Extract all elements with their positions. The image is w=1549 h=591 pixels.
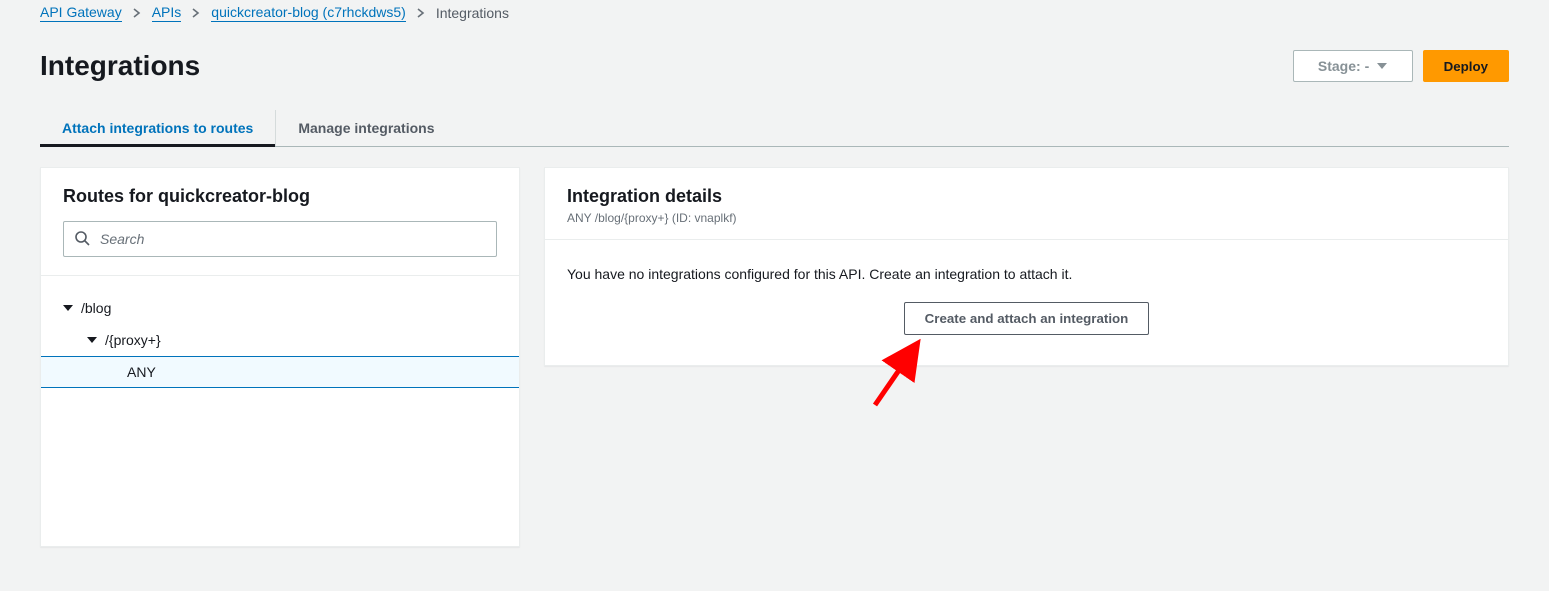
tab-attach-integrations[interactable]: Attach integrations to routes bbox=[40, 110, 276, 146]
breadcrumb-api-gateway[interactable]: API Gateway bbox=[40, 4, 122, 22]
integration-details-subtitle: ANY /blog/{proxy+} (ID: vnaplkf) bbox=[567, 211, 1486, 225]
stage-select-label: Stage: - bbox=[1318, 58, 1369, 74]
route-label: ANY bbox=[127, 364, 156, 380]
routes-panel-title: Routes for quickcreator-blog bbox=[63, 186, 497, 207]
route-label: /blog bbox=[81, 300, 111, 316]
search-input-wrapper[interactable] bbox=[63, 221, 497, 257]
annotation-arrow-icon bbox=[865, 335, 935, 415]
search-icon bbox=[74, 230, 90, 249]
breadcrumb-current: Integrations bbox=[436, 5, 509, 21]
create-and-attach-integration-button[interactable]: Create and attach an integration bbox=[904, 302, 1150, 335]
chevron-right-icon bbox=[416, 8, 426, 18]
route-node-proxy[interactable]: /{proxy+} bbox=[41, 324, 519, 356]
caret-down-icon bbox=[87, 337, 97, 343]
deploy-button[interactable]: Deploy bbox=[1423, 50, 1509, 82]
integration-details-panel: Integration details ANY /blog/{proxy+} (… bbox=[544, 167, 1509, 366]
route-node-blog[interactable]: /blog bbox=[41, 292, 519, 324]
caret-down-icon bbox=[63, 305, 73, 311]
route-node-any[interactable]: ANY bbox=[41, 356, 519, 388]
stage-select[interactable]: Stage: - bbox=[1293, 50, 1413, 82]
page-title: Integrations bbox=[40, 50, 200, 82]
routes-tree: /blog /{proxy+} ANY bbox=[41, 276, 519, 388]
search-input[interactable] bbox=[98, 230, 486, 248]
caret-down-icon bbox=[1377, 63, 1387, 69]
chevron-right-icon bbox=[191, 8, 201, 18]
empty-state-message: You have no integrations configured for … bbox=[567, 266, 1486, 282]
chevron-right-icon bbox=[132, 8, 142, 18]
tab-manage-integrations[interactable]: Manage integrations bbox=[276, 110, 456, 146]
breadcrumb-apis[interactable]: APIs bbox=[152, 4, 182, 22]
routes-panel: Routes for quickcreator-blog /blog bbox=[40, 167, 520, 547]
breadcrumb-api-name[interactable]: quickcreator-blog (c7rhckdws5) bbox=[211, 4, 406, 22]
tabs: Attach integrations to routes Manage int… bbox=[40, 110, 1509, 147]
route-label: /{proxy+} bbox=[105, 332, 161, 348]
breadcrumb: API Gateway APIs quickcreator-blog (c7rh… bbox=[40, 0, 1509, 22]
integration-details-title: Integration details bbox=[567, 186, 1486, 207]
